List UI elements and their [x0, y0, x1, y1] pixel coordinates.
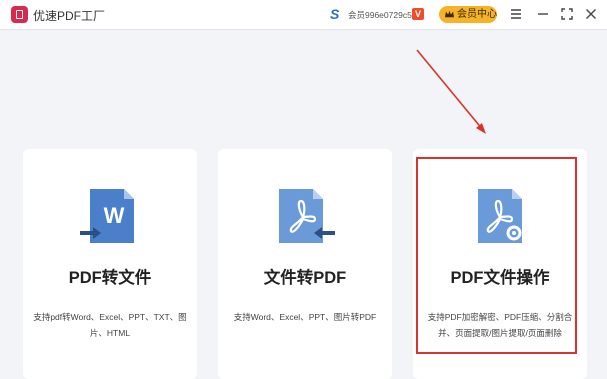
pdf-document-icon — [275, 187, 335, 247]
user-account-icon[interactable]: S — [330, 7, 344, 21]
app-logo-icon — [11, 6, 28, 23]
card-description: 支持Word、Excel、PPT、图片转PDF — [233, 312, 377, 322]
svg-text:W: W — [104, 203, 125, 228]
menu-button[interactable] — [506, 4, 526, 24]
crown-icon — [445, 10, 454, 18]
minimize-button[interactable] — [533, 4, 553, 24]
card-title: 文件转PDF — [263, 269, 347, 287]
close-icon — [586, 9, 596, 19]
pdf-to-file-card[interactable]: W PDF转文件 支持pdf转Word、Excel、PPT、TXT、图片、HTM… — [23, 149, 197, 379]
vip-status-badge: V — [412, 8, 424, 20]
file-to-pdf-card[interactable]: 文件转PDF 支持Word、Excel、PPT、图片转PDF — [218, 149, 392, 379]
minimize-icon — [538, 13, 548, 15]
title-bar: 优速PDF工厂 S 会员996e0729c58b V 会员中心 — [0, 0, 607, 30]
card-title: PDF转文件 — [68, 269, 152, 287]
app-title: 优速PDF工厂 — [33, 9, 106, 23]
word-document-icon: W — [80, 187, 140, 247]
vip-center-label: 会员中心 — [457, 9, 497, 20]
maximize-button[interactable] — [557, 4, 577, 24]
user-id-label[interactable]: 会员996e0729c58b — [348, 9, 421, 21]
card-description: 支持pdf转Word、Excel、PPT、TXT、图片、HTML — [33, 312, 187, 338]
close-button[interactable] — [581, 4, 601, 24]
highlight-box — [416, 157, 577, 354]
vip-center-button[interactable]: 会员中心 — [439, 6, 497, 23]
hamburger-menu-icon — [511, 9, 521, 19]
expand-icon — [561, 8, 573, 20]
